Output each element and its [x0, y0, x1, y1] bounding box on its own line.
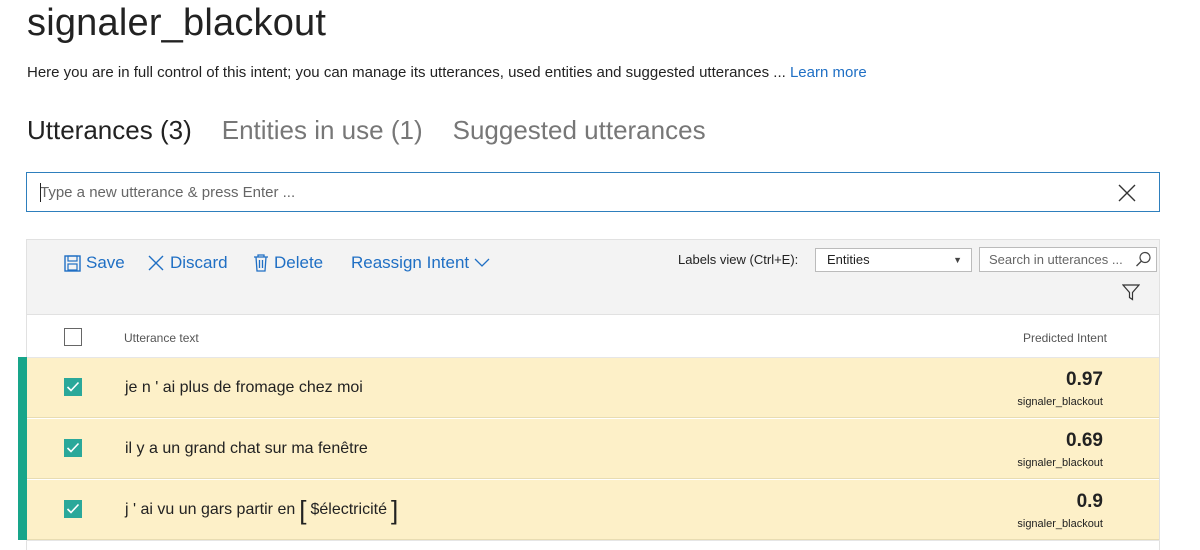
utterance-text[interactable]: il y a un grand chat sur ma fenêtre — [125, 440, 368, 458]
entity-bracket-close: ] — [390, 495, 399, 525]
column-header-predicted-intent: Predicted Intent — [1022, 331, 1107, 345]
labels-view-label: Labels view (Ctrl+E): — [678, 252, 799, 267]
entity-label[interactable]: $électricité — [310, 501, 386, 519]
table-bottom-divider — [26, 540, 1160, 541]
intent-tabs: Utterances (3) Entities in use (1) Sugge… — [27, 115, 706, 146]
entity-bracket-open: [ — [299, 495, 307, 525]
checkmark-icon — [66, 503, 80, 514]
close-icon[interactable] — [1117, 183, 1137, 203]
row-checkbox[interactable] — [64, 500, 82, 518]
reassign-intent-button[interactable]: Reassign Intent — [351, 251, 490, 275]
table-header: Utterance text Predicted Intent — [27, 316, 1159, 358]
discard-label: Discard — [170, 253, 228, 272]
search-icon[interactable] — [1135, 251, 1152, 268]
page-description: Here you are in full control of this int… — [27, 64, 867, 81]
table-row[interactable]: il y a un grand chat sur ma fenêtre 0.69… — [27, 419, 1159, 479]
search-input[interactable] — [980, 248, 1130, 271]
tab-suggested-utterances[interactable]: Suggested utterances — [453, 115, 706, 146]
utterances-toolbar: Save Discard Delete Reassign Intent Labe… — [27, 240, 1159, 315]
save-button[interactable]: Save — [64, 251, 125, 275]
new-utterance-input[interactable] — [27, 173, 1107, 211]
chevron-down-icon — [474, 258, 490, 267]
predicted-intent-name: signaler_blackout — [1017, 518, 1103, 530]
new-utterance-box — [26, 172, 1160, 212]
row-checkbox[interactable] — [64, 378, 82, 396]
predicted-intent-name: signaler_blackout — [1017, 457, 1103, 469]
text-caret — [40, 183, 41, 202]
row-checkbox[interactable] — [64, 439, 82, 457]
save-label: Save — [86, 253, 125, 272]
save-icon — [64, 254, 81, 272]
intent-score: 0.9 — [1076, 491, 1103, 512]
delete-label: Delete — [274, 253, 324, 272]
tab-utterances[interactable]: Utterances (3) — [27, 115, 192, 146]
utterance-text[interactable]: j ' ai vu un gars partir en [ $électrici… — [125, 495, 402, 525]
learn-more-link[interactable]: Learn more — [790, 64, 867, 81]
column-header-utterance: Utterance text — [124, 331, 199, 345]
description-text: Here you are in full control of this int… — [27, 64, 790, 81]
dropdown-arrow-icon: ▼ — [953, 255, 962, 265]
discard-button[interactable]: Discard — [147, 251, 228, 275]
utterances-panel: Save Discard Delete Reassign Intent Labe… — [26, 239, 1160, 550]
delete-button[interactable]: Delete — [253, 251, 323, 275]
close-icon — [148, 255, 164, 271]
utterance-text-before: j ' ai vu un gars partir en — [125, 501, 296, 518]
search-box — [979, 247, 1157, 272]
reassign-label: Reassign Intent — [351, 253, 470, 272]
checkmark-icon — [66, 381, 80, 392]
page-title: signaler_blackout — [27, 2, 327, 44]
table-row[interactable]: j ' ai vu un gars partir en [ $électrici… — [27, 480, 1159, 540]
selection-accent-bar — [18, 357, 27, 540]
intent-score: 0.69 — [1066, 430, 1103, 451]
utterance-text[interactable]: je n ' ai plus de fromage chez moi — [125, 379, 363, 397]
filter-icon[interactable] — [1122, 284, 1140, 301]
intent-score: 0.97 — [1066, 369, 1103, 390]
tab-entities-in-use[interactable]: Entities in use (1) — [222, 115, 423, 146]
labels-view-select[interactable]: Entities ▼ — [815, 248, 972, 272]
labels-view-value: Entities — [827, 252, 870, 267]
predicted-intent-name: signaler_blackout — [1017, 396, 1103, 408]
table-row[interactable]: je n ' ai plus de fromage chez moi 0.97 … — [27, 358, 1159, 418]
checkmark-icon — [66, 442, 80, 453]
trash-icon — [254, 254, 268, 272]
select-all-checkbox[interactable] — [64, 328, 82, 346]
